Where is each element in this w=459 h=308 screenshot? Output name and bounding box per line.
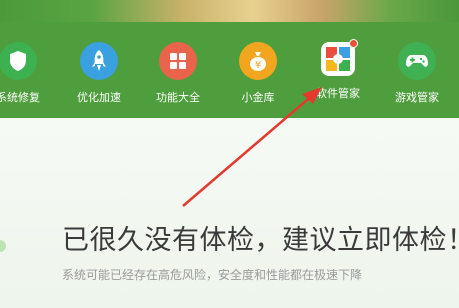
annotation-arrow [182, 87, 322, 207]
